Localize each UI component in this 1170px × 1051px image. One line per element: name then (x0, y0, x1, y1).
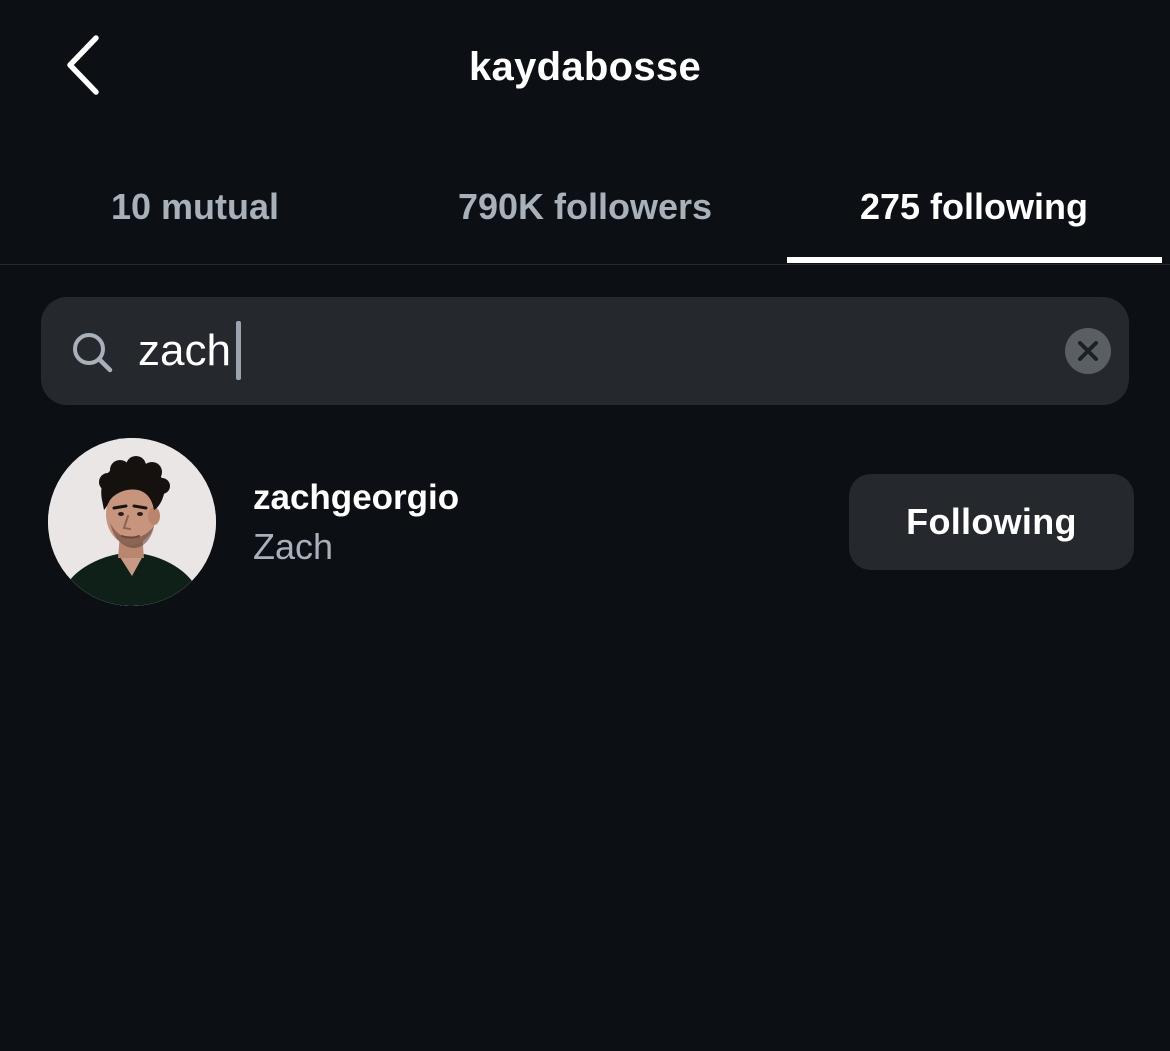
close-icon (1078, 341, 1098, 361)
tab-following[interactable]: 275 following (786, 150, 1162, 264)
search-icon (73, 333, 113, 373)
text-cursor (236, 321, 241, 380)
avatar[interactable] (48, 438, 216, 606)
following-button[interactable]: Following (849, 474, 1134, 570)
search-input[interactable] (138, 320, 998, 382)
tab-bar: 10 mutual 790K followers 275 following (0, 150, 1170, 265)
tab-followers[interactable]: 790K followers (390, 150, 780, 264)
top-bar: kaydabosse (0, 0, 1170, 140)
active-tab-indicator (787, 257, 1162, 263)
list-item[interactable]: zachgeorgio Zach Following (0, 430, 1170, 610)
tab-mutual[interactable]: 10 mutual (0, 150, 390, 264)
profile-photo (48, 438, 216, 606)
clear-search-button[interactable] (1065, 328, 1111, 374)
result-full-name: Zach (253, 526, 334, 567)
result-username[interactable]: zachgeorgio (253, 478, 459, 518)
page-title: kaydabosse (468, 45, 702, 89)
